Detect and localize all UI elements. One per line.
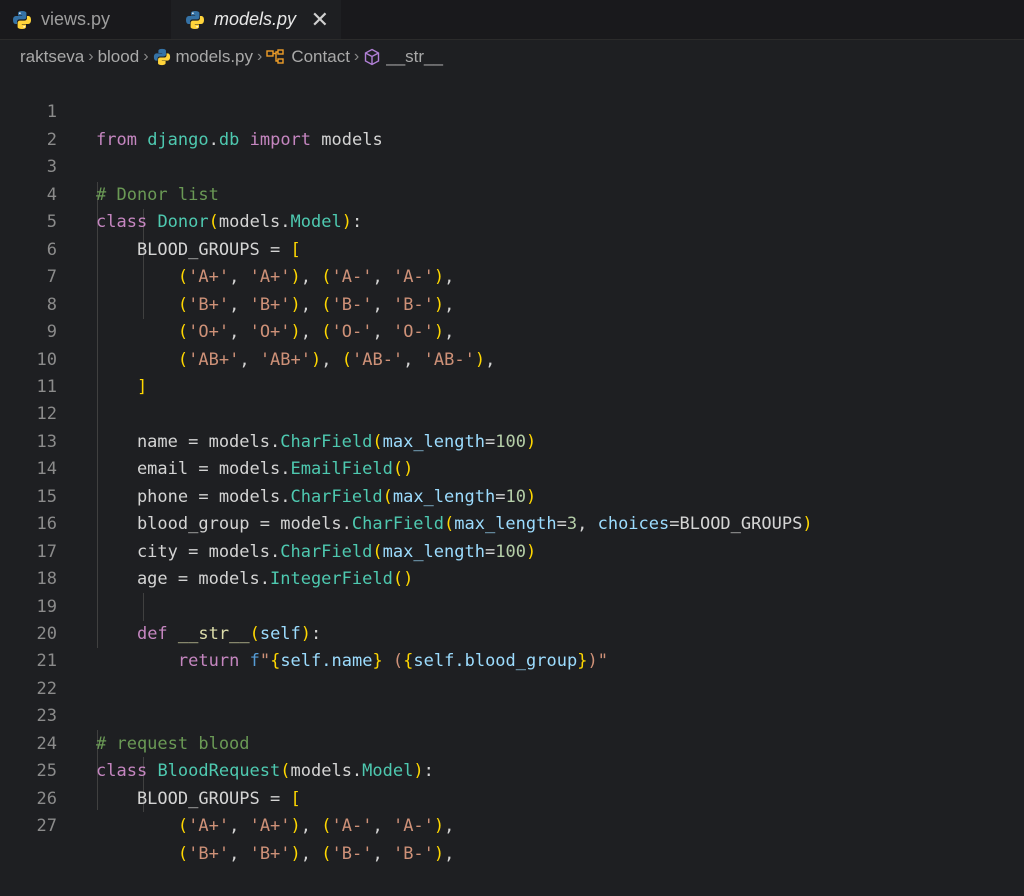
tab-label: models.py <box>214 9 297 29</box>
close-icon[interactable]: ✕ <box>311 7 329 33</box>
line-number: 27 <box>36 816 57 837</box>
code-line: 10 ] <box>0 319 1024 397</box>
code-line: 7 ('B+', 'B+'), ('B-', 'B-'), <box>0 237 1024 314</box>
code-line: 21 <box>0 621 1024 671</box>
code-line: 5 BLOOD_GROUPS = [ <box>0 182 1024 259</box>
code-line: 6 ('A+', 'A+'), ('A-', 'A-'), <box>0 209 1024 287</box>
code-line: 13 email = models.EmailField() <box>0 401 1024 479</box>
tab-bar: views.py models.py ✕ <box>0 0 1024 40</box>
code-line: 9 ('AB+', 'AB+'), ('AB-', 'AB-'), <box>0 292 1024 369</box>
breadcrumb-item-contact[interactable]: Contact <box>291 47 350 67</box>
chevron-right-icon: › <box>143 47 149 65</box>
code-line: 19 def __str__(self): <box>0 566 1024 644</box>
breadcrumb-item-models-py[interactable]: models.py <box>176 47 253 67</box>
code-line: 22 <box>0 648 1024 699</box>
breadcrumb-item-raktseva[interactable]: raktseva <box>20 47 84 67</box>
chevron-right-icon: › <box>88 47 94 65</box>
code-line: 12 name = models.CharField(max_length=10… <box>0 374 1024 451</box>
code-line: 8 ('O+', 'O+'), ('O-', 'O-'), <box>0 264 1024 342</box>
code-line: 25 BLOOD_GROUPS = [ <box>0 731 1024 808</box>
class-icon <box>266 48 286 65</box>
code-text: ('A+', 'A+'), ('A-', 'A-'), <box>177 816 455 837</box>
method-cube-icon <box>363 48 381 66</box>
code-editor[interactable]: 1 from django.db import models 2 3 # Don… <box>0 72 1024 863</box>
code-line: 20 return f"{self.name} ({self.blood_gro… <box>0 594 1024 671</box>
code-line: 3 # Donor list <box>0 127 1024 204</box>
code-text: ('B+', 'B+'), ('B-', 'B-'), <box>177 843 455 864</box>
chevron-right-icon: › <box>353 47 360 65</box>
chevron-right-icon: › <box>257 47 263 65</box>
code-line: 27 ('B+', 'B+'), ('B-', 'B-'), <box>0 786 1024 863</box>
code-line: 17 age = models.IntegerField() <box>0 511 1024 589</box>
tab-views-py[interactable]: views.py <box>0 0 170 39</box>
code-line: 23 # request blood <box>0 676 1024 753</box>
tab-models-py[interactable]: models.py ✕ <box>171 0 341 39</box>
tab-label: views.py <box>41 9 111 29</box>
python-icon <box>12 10 32 30</box>
code-line: 4 class Donor(models.Model): <box>0 154 1024 232</box>
code-line: 14 phone = models.CharField(max_length=1… <box>0 429 1024 506</box>
breadcrumb: raktseva › blood › models.py › Contact ›… <box>0 39 1024 74</box>
code-line: 15 blood_group = models.CharField(max_le… <box>0 456 1024 534</box>
code-line: 26 ('A+', 'A+'), ('A-', 'A-'), <box>0 758 1024 836</box>
python-icon <box>153 48 171 66</box>
breadcrumb-item-str[interactable]: __str__ <box>386 47 443 67</box>
python-icon <box>185 10 205 30</box>
breadcrumb-item-blood[interactable]: blood <box>98 47 140 67</box>
code-line: 11 <box>0 347 1024 397</box>
code-line: 18 <box>0 539 1024 589</box>
code-line: 24 class BloodRequest(models.Model): <box>0 703 1024 781</box>
code-line: 1 from django.db import models <box>0 72 1024 149</box>
code-line: 16 city = models.CharField(max_length=10… <box>0 484 1024 561</box>
code-line: 2 <box>0 99 1024 150</box>
